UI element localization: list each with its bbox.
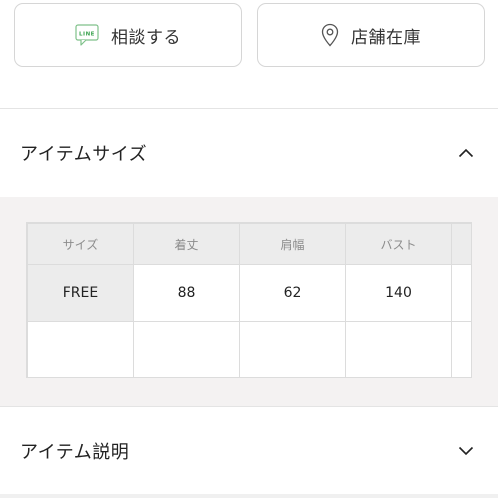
table-cell: 140 <box>345 264 452 322</box>
size-label-cell: FREE <box>27 264 134 322</box>
item-description-title: アイテム説明 <box>20 441 130 463</box>
action-bar: LINE 相談する 店舗在庫 <box>0 0 498 108</box>
table-cell <box>133 321 240 377</box>
item-size-title: アイテムサイズ <box>20 144 148 165</box>
line-consult-button[interactable]: LINE 相談する <box>14 3 242 67</box>
table-cell <box>27 321 134 377</box>
size-table-scroll[interactable]: サイズ 着丈 肩幅 バスト FREE 88 62 140 <box>26 222 472 378</box>
size-table-header-row: サイズ 着丈 肩幅 バスト <box>27 223 471 265</box>
column-header: サイズ <box>27 223 134 265</box>
table-cell: 88 <box>133 264 240 322</box>
table-row <box>27 321 471 377</box>
item-size-panel: サイズ 着丈 肩幅 バスト FREE 88 62 140 <box>0 197 498 406</box>
table-cell <box>345 321 452 377</box>
size-table: サイズ 着丈 肩幅 バスト FREE 88 62 140 <box>27 223 471 377</box>
chevron-down-icon[interactable] <box>458 446 474 456</box>
line-consult-label: 相談する <box>111 27 181 48</box>
table-cell <box>239 321 346 377</box>
item-description-header[interactable]: アイテム説明 <box>0 407 498 494</box>
table-row: FREE 88 62 140 <box>27 264 471 322</box>
table-cell: 62 <box>239 264 346 322</box>
column-header: バスト <box>345 223 452 265</box>
column-header: 肩幅 <box>239 223 346 265</box>
store-stock-label: 店舗在庫 <box>351 27 421 48</box>
column-header <box>451 223 471 265</box>
line-chat-icon: LINE <box>75 24 99 46</box>
svg-text:LINE: LINE <box>79 32 95 38</box>
chevron-up-icon[interactable] <box>458 148 474 158</box>
table-cell <box>451 264 471 322</box>
map-pin-icon <box>321 23 339 47</box>
item-size-header[interactable]: アイテムサイズ <box>0 109 498 197</box>
store-stock-button[interactable]: 店舗在庫 <box>257 3 485 67</box>
column-header: 着丈 <box>133 223 240 265</box>
divider <box>0 494 498 498</box>
table-cell <box>451 321 471 377</box>
